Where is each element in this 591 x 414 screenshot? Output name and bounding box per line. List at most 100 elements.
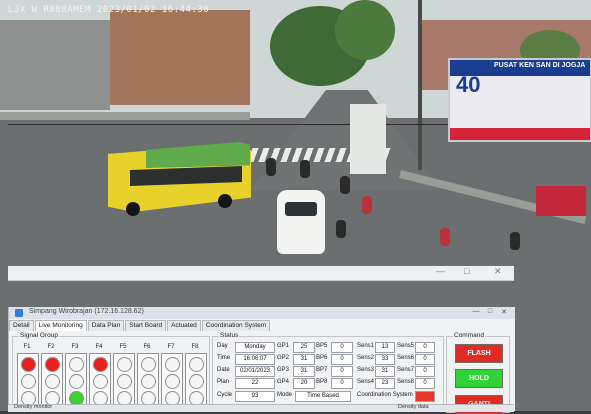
signal-label-f4: F4 bbox=[95, 344, 103, 350]
mode-value: Time Based bbox=[295, 391, 351, 402]
signal-head-f7 bbox=[161, 353, 183, 409]
sens3-label: Sens3 bbox=[357, 367, 375, 373]
bp5-label: BP5 bbox=[316, 343, 328, 349]
gp1-label: GP1 bbox=[277, 343, 290, 349]
yellow-lamp bbox=[21, 374, 36, 389]
motorcycle bbox=[336, 220, 346, 238]
signal-label-f6: F6 bbox=[143, 344, 151, 350]
close-button[interactable]: ✕ bbox=[494, 266, 502, 277]
outer-window-titlebar: — □ ✕ bbox=[8, 266, 514, 281]
bp6-label: BP6 bbox=[316, 355, 328, 361]
yellow-lamp bbox=[69, 374, 84, 389]
hold-button[interactable]: HOLD bbox=[455, 369, 503, 388]
signal-group-label: Signal Group bbox=[19, 332, 59, 339]
minimize-button[interactable]: — bbox=[436, 266, 445, 276]
app-title: Simpang Wirobrajan (172.16.128.62) bbox=[29, 308, 144, 315]
sens4-label: Sens4 bbox=[357, 379, 375, 385]
signal-group-panel: Signal Group F1 F2 F3 F4 F5 F6 F7 F8 bbox=[12, 332, 210, 410]
command-label: Command bbox=[453, 332, 485, 339]
time-label: Time bbox=[217, 355, 231, 361]
sens7-label: Sens7 bbox=[397, 367, 415, 373]
app-close-button[interactable]: ✕ bbox=[499, 308, 509, 317]
yellow-lamp bbox=[165, 374, 180, 389]
sens8-value: 0 bbox=[415, 378, 435, 389]
signal-label-f5: F5 bbox=[119, 344, 127, 350]
bus bbox=[108, 136, 251, 220]
app-icon bbox=[15, 309, 23, 317]
motorcycle bbox=[300, 160, 310, 178]
traffic-controller-window: Simpang Wirobrajan (172.16.128.62) — □ ✕… bbox=[8, 307, 515, 414]
tab-coordination-system[interactable]: Coordination System bbox=[201, 320, 271, 331]
tab-detail[interactable]: Detail bbox=[9, 320, 34, 331]
sidewalk bbox=[0, 112, 250, 120]
app-maximize-button[interactable]: □ bbox=[485, 308, 495, 317]
yellow-lamp bbox=[93, 374, 108, 389]
shop-sign bbox=[536, 186, 586, 216]
motorcycle bbox=[510, 232, 520, 250]
command-panel: Command FLASH HOLD GANTI bbox=[446, 332, 510, 414]
footer-right-text: Density data bbox=[398, 404, 429, 410]
red-lamp bbox=[165, 357, 180, 372]
day-value: Monday bbox=[235, 342, 275, 353]
gp2-label: GP2 bbox=[277, 355, 290, 361]
tab-actuated[interactable]: Actuated bbox=[167, 320, 201, 331]
signal-head-f3 bbox=[65, 353, 87, 409]
sens2-value: 33 bbox=[375, 354, 395, 365]
building-left bbox=[0, 20, 110, 110]
sens3-value: 31 bbox=[375, 366, 395, 377]
pole bbox=[418, 0, 422, 170]
bp6-value: 0 bbox=[331, 354, 353, 365]
plan-value: 22 bbox=[235, 378, 275, 389]
signal-label-f2: F2 bbox=[47, 344, 55, 350]
billboard-number: 40 bbox=[456, 72, 481, 97]
red-lamp bbox=[45, 357, 60, 372]
date-value: 02/01/2023 bbox=[235, 366, 275, 377]
signal-head-f1 bbox=[17, 353, 39, 409]
signal-head-f5 bbox=[113, 353, 135, 409]
sens6-label: Sens6 bbox=[397, 355, 415, 361]
app-titlebar: Simpang Wirobrajan (172.16.128.62) — □ ✕ bbox=[9, 307, 515, 319]
signal-head-f6 bbox=[137, 353, 159, 409]
status-panel: Status Day Monday Time 16:06:07 Date 02/… bbox=[212, 332, 444, 410]
app-minimize-button[interactable]: — bbox=[471, 308, 481, 317]
red-lamp bbox=[93, 357, 108, 372]
cycle-label: Cycle bbox=[217, 392, 233, 398]
sens2-label: Sens2 bbox=[357, 355, 375, 361]
sens4-value: 23 bbox=[375, 378, 395, 389]
maximize-button[interactable]: □ bbox=[464, 266, 469, 276]
gp4-label: GP4 bbox=[277, 379, 290, 385]
camera-timestamp: LJX W R888AMEM 2023/01/02 16:44:30 bbox=[8, 5, 210, 15]
red-lamp bbox=[189, 357, 204, 372]
red-lamp bbox=[69, 357, 84, 372]
billboard-headline: PUSAT KEN SAN DI JOGJA bbox=[494, 62, 586, 69]
gp2-value: 31 bbox=[293, 354, 315, 365]
footer-left-text: Density monitor bbox=[14, 404, 53, 410]
tab-data-plan[interactable]: Data Plan bbox=[87, 320, 125, 331]
cycle-value: 93 bbox=[235, 391, 275, 402]
sens5-value: 0 bbox=[415, 342, 435, 353]
tab-live-monitoring[interactable]: Live Monitoring bbox=[34, 320, 87, 331]
billboard: 40 PUSAT KEN SAN DI JOGJA bbox=[448, 58, 591, 142]
day-label: Day bbox=[217, 343, 228, 349]
yellow-lamp bbox=[189, 374, 204, 389]
motorcycle bbox=[440, 228, 450, 246]
building-roof bbox=[110, 10, 250, 105]
plan-label: Plan bbox=[217, 379, 230, 385]
yellow-lamp bbox=[45, 374, 60, 389]
motorcycle bbox=[362, 196, 372, 214]
sens1-label: Sens1 bbox=[357, 343, 375, 349]
yellow-lamp bbox=[141, 374, 156, 389]
tab-start-board[interactable]: Start Board bbox=[125, 320, 167, 331]
sens5-label: Sens5 bbox=[397, 343, 415, 349]
car bbox=[277, 190, 325, 254]
coordination-status-indicator bbox=[415, 391, 435, 402]
sens1-value: 13 bbox=[375, 342, 395, 353]
truck bbox=[350, 104, 386, 174]
red-lamp bbox=[21, 357, 36, 372]
motorcycle bbox=[340, 176, 350, 194]
red-lamp bbox=[117, 357, 132, 372]
bp8-value: 0 bbox=[331, 378, 353, 389]
status-label: Status bbox=[219, 332, 240, 339]
flash-button[interactable]: FLASH bbox=[455, 344, 503, 363]
red-lamp bbox=[141, 357, 156, 372]
